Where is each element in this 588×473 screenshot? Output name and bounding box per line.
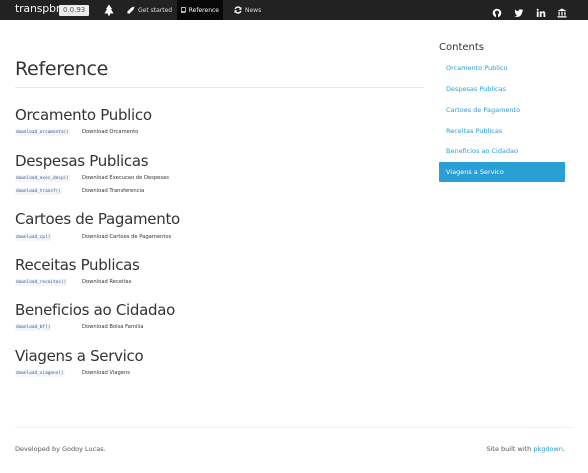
navbar: transpbrr 0.0.93 Get started Reference N…: [0, 0, 588, 20]
page-title: Reference: [15, 58, 108, 80]
nav-reference-label: Reference: [188, 6, 219, 14]
footer-built-suffix: .: [562, 445, 565, 453]
version-badge: 0.0.93: [59, 5, 90, 16]
nav-news[interactable]: News: [230, 0, 265, 20]
section-title-viagens: Viagens a Servico: [15, 347, 144, 365]
github-icon[interactable]: [492, 5, 502, 18]
toc-item-despesas[interactable]: Despesas Publicas: [439, 79, 565, 99]
ref-code-link[interactable]: download_viagens(): [15, 370, 65, 377]
section-title-receitas: Receitas Publicas: [15, 256, 140, 274]
ref-description: Download Execucao de Despesas: [82, 175, 169, 181]
ref-code-link[interactable]: download_exec_desp(): [15, 175, 70, 182]
nav-get-started-label: Get started: [138, 6, 173, 14]
file-icon: [181, 7, 186, 13]
ref-description: Download Cartoes de Pagamentos: [82, 234, 172, 240]
linkedin-icon[interactable]: [536, 5, 546, 17]
section-title-despesas: Despesas Publicas: [15, 152, 149, 170]
toc-title: Contents: [439, 42, 484, 53]
section-title-cartoes: Cartoes de Pagamento: [15, 210, 180, 228]
refresh-icon: [234, 6, 242, 14]
rocket-icon: [127, 6, 135, 14]
nav-reference[interactable]: Reference: [177, 0, 223, 20]
ref-code-link[interactable]: download_bf(): [15, 324, 52, 331]
title-divider: [15, 87, 424, 88]
footer-built-with: Site built with pkgdown.: [486, 445, 565, 453]
brand-link[interactable]: transpbrr: [15, 2, 64, 15]
home-icon[interactable]: [104, 3, 114, 16]
ref-description: Download Transferencia: [82, 188, 145, 194]
ref-description: Download Receitas: [82, 279, 132, 285]
toc-item-beneficios[interactable]: Beneficios ao Cidadao: [439, 141, 565, 161]
section-title-orcamento: Orcamento Publico: [15, 106, 152, 124]
ref-code-link[interactable]: download_transf(): [15, 188, 62, 195]
footer-divider: [15, 427, 573, 428]
toc-item-viagens[interactable]: Viagens a Servico: [439, 162, 565, 182]
nav-get-started[interactable]: Get started: [123, 0, 176, 20]
toc-item-receitas[interactable]: Receitas Publicas: [439, 121, 565, 141]
ref-code-link[interactable]: download_cp(): [15, 234, 52, 241]
ref-description: Download Bolsa Familia: [82, 324, 144, 330]
footer-built-prefix: Site built with: [486, 445, 534, 453]
twitter-icon[interactable]: [514, 5, 524, 17]
ref-code-link[interactable]: download_orcamento(): [15, 129, 70, 136]
footer-credit: Developed by Godoy Lucas.: [15, 445, 106, 453]
toc-item-cartoes[interactable]: Cartoes de Pagamento: [439, 100, 565, 120]
pkgdown-link[interactable]: pkgdown: [533, 445, 563, 453]
ref-description: Download Orcamento: [82, 129, 139, 135]
nav-news-label: News: [245, 6, 262, 14]
ref-code-link[interactable]: download_receitas(): [15, 279, 68, 286]
section-title-beneficios: Beneficios ao Cidadao: [15, 301, 175, 319]
bank-icon[interactable]: [557, 5, 567, 18]
ref-description: Download Viagens: [82, 370, 130, 376]
toc-item-orcamento[interactable]: Orcamento Publico: [439, 58, 565, 78]
